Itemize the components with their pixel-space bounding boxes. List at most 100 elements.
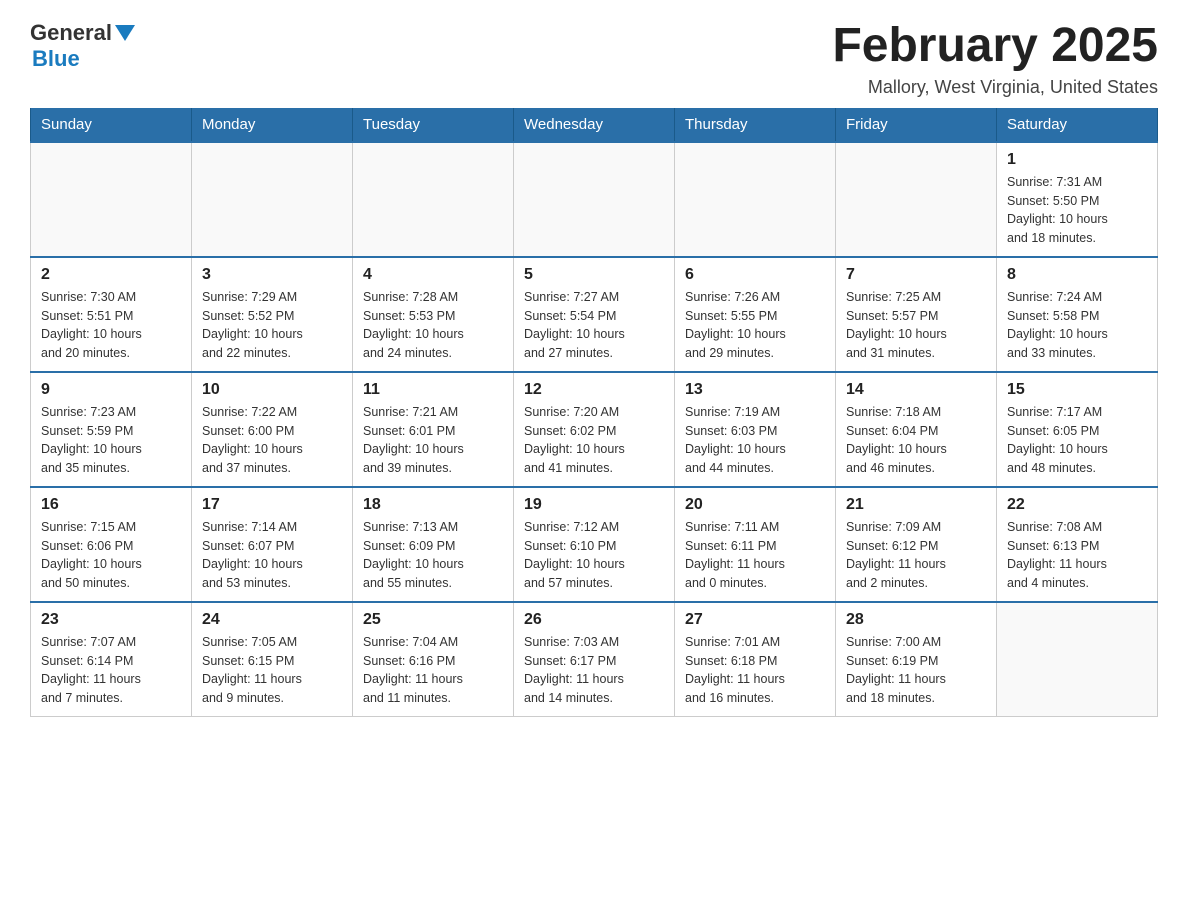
- table-row: [997, 602, 1158, 717]
- calendar-table: Sunday Monday Tuesday Wednesday Thursday…: [30, 108, 1158, 717]
- day-number: 13: [685, 381, 825, 399]
- table-row: [675, 142, 836, 257]
- table-row: 16 Sunrise: 7:15 AMSunset: 6:06 PMDayligh…: [31, 487, 192, 602]
- day-info: Sunrise: 7:21 AMSunset: 6:01 PMDaylight:…: [363, 403, 503, 478]
- table-row: 26Sunrise: 7:03 AMSunset: 6:17 PMDayligh…: [514, 602, 675, 717]
- day-info: Sunrise: 7:12 AMSunset: 6:10 PMDaylight:…: [524, 518, 664, 593]
- table-row: 20 Sunrise: 7:11 AMSunset: 6:11 PMDayligh…: [675, 487, 836, 602]
- table-row: [353, 142, 514, 257]
- day-info: Sunrise: 7:15 AMSunset: 6:06 PMDaylight:…: [41, 518, 181, 593]
- calendar-week-1: 1 Sunrise: 7:31 AMSunset: 5:50 PMDaylight…: [31, 142, 1158, 257]
- day-info: Sunrise: 7:18 AMSunset: 6:04 PMDaylight:…: [846, 403, 986, 478]
- day-number: 26: [524, 611, 664, 629]
- day-number: 10: [202, 381, 342, 399]
- day-number: 16: [41, 496, 181, 514]
- calendar-week-3: 9 Sunrise: 7:23 AMSunset: 5:59 PMDaylight…: [31, 372, 1158, 487]
- day-info: Sunrise: 7:26 AMSunset: 5:55 PMDaylight:…: [685, 288, 825, 363]
- day-number: 25: [363, 611, 503, 629]
- table-row: 5 Sunrise: 7:27 AMSunset: 5:54 PMDaylight…: [514, 257, 675, 372]
- day-number: 1: [1007, 151, 1147, 169]
- table-row: [31, 142, 192, 257]
- col-thursday: Thursday: [675, 108, 836, 142]
- day-number: 4: [363, 266, 503, 284]
- day-info: Sunrise: 7:04 AMSunset: 6:16 PMDaylight:…: [363, 633, 503, 708]
- page-header: General Blue February 2025 Mallory, West…: [30, 20, 1158, 98]
- table-row: 24Sunrise: 7:05 AMSunset: 6:15 PMDayligh…: [192, 602, 353, 717]
- table-row: 18 Sunrise: 7:13 AMSunset: 6:09 PMDayligh…: [353, 487, 514, 602]
- table-row: 2 Sunrise: 7:30 AMSunset: 5:51 PMDaylight…: [31, 257, 192, 372]
- day-info: Sunrise: 7:30 AMSunset: 5:51 PMDaylight:…: [41, 288, 181, 363]
- table-row: 12 Sunrise: 7:20 AMSunset: 6:02 PMDayligh…: [514, 372, 675, 487]
- day-info: Sunrise: 7:24 AMSunset: 5:58 PMDaylight:…: [1007, 288, 1147, 363]
- day-info: Sunrise: 7:28 AMSunset: 5:53 PMDaylight:…: [363, 288, 503, 363]
- logo-triangle-icon: [115, 25, 135, 41]
- day-info: Sunrise: 7:00 AMSunset: 6:19 PMDaylight:…: [846, 633, 986, 708]
- table-row: 1 Sunrise: 7:31 AMSunset: 5:50 PMDaylight…: [997, 142, 1158, 257]
- table-row: 3 Sunrise: 7:29 AMSunset: 5:52 PMDaylight…: [192, 257, 353, 372]
- day-number: 7: [846, 266, 986, 284]
- logo: General Blue: [30, 20, 135, 72]
- table-row: 22Sunrise: 7:08 AMSunset: 6:13 PMDayligh…: [997, 487, 1158, 602]
- day-info: Sunrise: 7:01 AMSunset: 6:18 PMDaylight:…: [685, 633, 825, 708]
- calendar-week-2: 2 Sunrise: 7:30 AMSunset: 5:51 PMDaylight…: [31, 257, 1158, 372]
- day-number: 23: [41, 611, 181, 629]
- day-info: Sunrise: 7:20 AMSunset: 6:02 PMDaylight:…: [524, 403, 664, 478]
- table-row: 23 Sunrise: 7:07 AMSunset: 6:14 PMDayligh…: [31, 602, 192, 717]
- calendar-header-row: Sunday Monday Tuesday Wednesday Thursday…: [31, 108, 1158, 142]
- day-number: 21: [846, 496, 986, 514]
- col-monday: Monday: [192, 108, 353, 142]
- logo-general-text: General: [30, 20, 112, 46]
- table-row: 21 Sunrise: 7:09 AMSunset: 6:12 PMDayligh…: [836, 487, 997, 602]
- day-info: Sunrise: 7:07 AMSunset: 6:14 PMDaylight:…: [41, 633, 181, 708]
- table-row: [836, 142, 997, 257]
- table-row: 4 Sunrise: 7:28 AMSunset: 5:53 PMDaylight…: [353, 257, 514, 372]
- table-row: 15 Sunrise: 7:17 AMSunset: 6:05 PMDayligh…: [997, 372, 1158, 487]
- col-friday: Friday: [836, 108, 997, 142]
- day-info: Sunrise: 7:22 AMSunset: 6:00 PMDaylight:…: [202, 403, 342, 478]
- day-number: 27: [685, 611, 825, 629]
- day-info: Sunrise: 7:31 AMSunset: 5:50 PMDaylight:…: [1007, 173, 1147, 248]
- day-number: 12: [524, 381, 664, 399]
- day-number: 8: [1007, 266, 1147, 284]
- title-section: February 2025 Mallory, West Virginia, Un…: [832, 20, 1158, 98]
- day-number: 18: [363, 496, 503, 514]
- table-row: 14Sunrise: 7:18 AMSunset: 6:04 PMDayligh…: [836, 372, 997, 487]
- col-tuesday: Tuesday: [353, 108, 514, 142]
- day-info: Sunrise: 7:29 AMSunset: 5:52 PMDaylight:…: [202, 288, 342, 363]
- table-row: 17 Sunrise: 7:14 AMSunset: 6:07 PMDayligh…: [192, 487, 353, 602]
- table-row: 13 Sunrise: 7:19 AMSunset: 6:03 PMDayligh…: [675, 372, 836, 487]
- day-number: 11: [363, 381, 503, 399]
- day-number: 17: [202, 496, 342, 514]
- day-info: Sunrise: 7:09 AMSunset: 6:12 PMDaylight:…: [846, 518, 986, 593]
- day-info: Sunrise: 7:17 AMSunset: 6:05 PMDaylight:…: [1007, 403, 1147, 478]
- table-row: 28Sunrise: 7:00 AMSunset: 6:19 PMDayligh…: [836, 602, 997, 717]
- day-info: Sunrise: 7:14 AMSunset: 6:07 PMDaylight:…: [202, 518, 342, 593]
- day-info: Sunrise: 7:19 AMSunset: 6:03 PMDaylight:…: [685, 403, 825, 478]
- day-info: Sunrise: 7:05 AMSunset: 6:15 PMDaylight:…: [202, 633, 342, 708]
- table-row: 19Sunrise: 7:12 AMSunset: 6:10 PMDayligh…: [514, 487, 675, 602]
- table-row: 11 Sunrise: 7:21 AMSunset: 6:01 PMDayligh…: [353, 372, 514, 487]
- table-row: 6Sunrise: 7:26 AMSunset: 5:55 PMDaylight…: [675, 257, 836, 372]
- day-number: 2: [41, 266, 181, 284]
- day-info: Sunrise: 7:27 AMSunset: 5:54 PMDaylight:…: [524, 288, 664, 363]
- day-number: 22: [1007, 496, 1147, 514]
- day-number: 9: [41, 381, 181, 399]
- table-row: 27 Sunrise: 7:01 AMSunset: 6:18 PMDayligh…: [675, 602, 836, 717]
- day-number: 20: [685, 496, 825, 514]
- table-row: 7Sunrise: 7:25 AMSunset: 5:57 PMDaylight…: [836, 257, 997, 372]
- col-wednesday: Wednesday: [514, 108, 675, 142]
- table-row: 10 Sunrise: 7:22 AMSunset: 6:00 PMDayligh…: [192, 372, 353, 487]
- table-row: 8 Sunrise: 7:24 AMSunset: 5:58 PMDaylight…: [997, 257, 1158, 372]
- day-info: Sunrise: 7:23 AMSunset: 5:59 PMDaylight:…: [41, 403, 181, 478]
- col-sunday: Sunday: [31, 108, 192, 142]
- day-number: 3: [202, 266, 342, 284]
- day-info: Sunrise: 7:13 AMSunset: 6:09 PMDaylight:…: [363, 518, 503, 593]
- day-number: 15: [1007, 381, 1147, 399]
- table-row: [192, 142, 353, 257]
- day-info: Sunrise: 7:11 AMSunset: 6:11 PMDaylight:…: [685, 518, 825, 593]
- calendar-week-4: 16 Sunrise: 7:15 AMSunset: 6:06 PMDayligh…: [31, 487, 1158, 602]
- col-saturday: Saturday: [997, 108, 1158, 142]
- table-row: [514, 142, 675, 257]
- logo-blue-text: Blue: [32, 46, 135, 72]
- day-number: 5: [524, 266, 664, 284]
